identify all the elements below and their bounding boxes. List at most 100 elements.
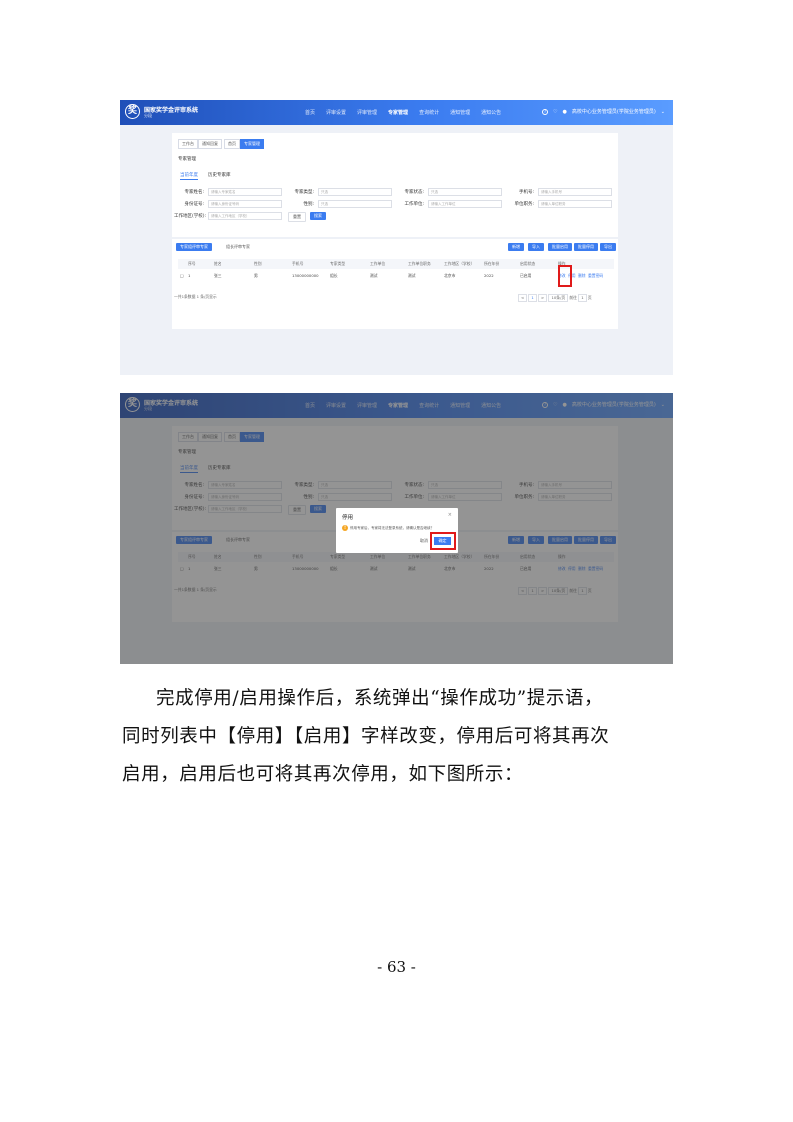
field-label: 身份证号: bbox=[184, 202, 204, 207]
cell: 男 bbox=[254, 273, 258, 278]
paragraph-line-1: 完成停用/启用操作后，系统弹出“操作成功”提示语， bbox=[156, 688, 604, 709]
expert-name-input[interactable]: 请输入专家姓名 bbox=[208, 188, 282, 196]
header-cell: 手机号 bbox=[292, 261, 304, 266]
highlight-box bbox=[558, 265, 572, 287]
unit-position-input[interactable]: 请输入单位职务 bbox=[538, 200, 612, 208]
tab-chip-active[interactable]: 专家管理 bbox=[240, 139, 264, 149]
pagination: < 1 > 10条/页 前往 1 页 bbox=[518, 294, 592, 302]
page-title: 专家管理 bbox=[178, 157, 196, 162]
cancel-button[interactable]: 取消 bbox=[420, 538, 428, 544]
field-label: 工作单位: bbox=[404, 202, 424, 207]
paragraph-line-2: 同时列表中【停用】【启用】字样改变，停用后可将其再次 bbox=[122, 726, 610, 747]
reset-button[interactable]: 重置 bbox=[288, 212, 306, 222]
warning-icon: ! bbox=[342, 525, 348, 531]
phone-input[interactable]: 请输入手机号 bbox=[538, 188, 612, 196]
main-content: 工作台 通知回复 首页 专家管理 专家管理 当前年度 历史专家库 专家姓名: 请… bbox=[172, 129, 618, 329]
cell: 已启用 bbox=[520, 273, 532, 278]
user-name[interactable]: 高校中心业务管理员(学院业务管理员) bbox=[572, 108, 656, 115]
user-area: ? ♡ ● 高校中心业务管理员(学院业务管理员) ⌄ bbox=[542, 108, 665, 115]
tab-group-experts[interactable]: 专家组评审专家 bbox=[176, 243, 212, 251]
highlight-box bbox=[430, 532, 456, 550]
header-cell: 工作单位 bbox=[370, 261, 386, 266]
field-label: 性别: bbox=[303, 202, 314, 207]
cell: 13000000000 bbox=[292, 273, 319, 278]
nav-item[interactable]: 查询统计 bbox=[419, 109, 439, 116]
tab-chip[interactable]: 通知回复 bbox=[198, 139, 222, 149]
nav-item[interactable]: 首页 bbox=[305, 109, 315, 116]
batch-enable-button[interactable]: 批量启用 bbox=[548, 243, 572, 251]
gender-select[interactable]: 只选 bbox=[318, 200, 392, 208]
cell: 北京市 bbox=[444, 273, 456, 278]
close-icon[interactable]: × bbox=[448, 512, 452, 518]
id-number-input[interactable]: 请输入身份证号码 bbox=[208, 200, 282, 208]
dialog-title: 停用 bbox=[342, 515, 354, 521]
goto-input[interactable]: 1 bbox=[578, 294, 587, 302]
bell-icon[interactable]: ♡ bbox=[553, 109, 557, 115]
subtab-history[interactable]: 历史专家库 bbox=[208, 172, 231, 178]
table-card: 专家组评审专家 组长评审专家 新增 导入 批量启用 批量停用 导出 序号 姓名 … bbox=[172, 239, 618, 329]
nav-item[interactable]: 评审管理 bbox=[357, 109, 377, 116]
field-label: 专家状态: bbox=[404, 190, 424, 195]
header-cell: 工作单位职务 bbox=[408, 261, 431, 266]
current-page[interactable]: 1 bbox=[528, 294, 537, 302]
delete-link[interactable]: 删除 bbox=[578, 271, 586, 281]
cell: 1 bbox=[188, 273, 191, 278]
subtab-current-year[interactable]: 当前年度 bbox=[180, 172, 198, 180]
header-cell: 启用状态 bbox=[520, 261, 536, 266]
add-button[interactable]: 新增 bbox=[508, 243, 524, 251]
disable-confirm-dialog: 停用 × ! 停用专家后，专家将无法登录系统，请确认是否继续？ 取消 确定 bbox=[336, 508, 458, 553]
export-button[interactable]: 导出 bbox=[600, 243, 616, 251]
header-cell: 专家类型 bbox=[330, 261, 346, 266]
paragraph-line-3: 启用，启用后也可将其再次停用，如下图所示： bbox=[122, 764, 524, 785]
tab-leader-experts[interactable]: 组长评审专家 bbox=[222, 243, 254, 251]
screenshot-expert-list: 奖 国家奖学金评审系统 分段 首页 评审设置 评审管理 专家管理 查询统计 通知… bbox=[120, 100, 673, 375]
row-checkbox[interactable]: □ bbox=[180, 271, 184, 281]
import-button[interactable]: 导入 bbox=[528, 243, 544, 251]
page-number: - 63 - bbox=[377, 958, 416, 976]
next-page-button[interactable]: > bbox=[538, 294, 548, 302]
header-cell: 姓名 bbox=[214, 261, 222, 266]
app-title: 国家奖学金评审系统 bbox=[144, 107, 199, 114]
tab-chip[interactable]: 首页 bbox=[224, 139, 240, 149]
work-unit-input[interactable]: 请输入工作单位 bbox=[428, 200, 502, 208]
nav-item[interactable]: 评审设置 bbox=[326, 109, 346, 116]
prev-page-button[interactable]: < bbox=[518, 294, 528, 302]
page-size-select[interactable]: 10条/页 bbox=[548, 294, 569, 302]
help-icon[interactable]: ? bbox=[542, 108, 549, 115]
expert-status-select[interactable]: 只选 bbox=[428, 188, 502, 196]
search-button[interactable]: 搜索 bbox=[310, 212, 326, 220]
batch-disable-button[interactable]: 批量停用 bbox=[574, 243, 598, 251]
pagination-summary: 一共1条数据 1 条/页显示 bbox=[174, 294, 217, 299]
user-icon[interactable]: ● bbox=[563, 109, 567, 115]
cell: 组长 bbox=[330, 273, 338, 278]
chevron-down-icon[interactable]: ⌄ bbox=[661, 109, 665, 115]
search-form-card: 当前年度 历史专家库 专家姓名: 请输入专家姓名 专家类型: 只选 专家状态: … bbox=[172, 167, 618, 237]
table-header: 序号 姓名 性别 手机号 专家类型 工作单位 工作单位职务 工作地区（学校） 所… bbox=[178, 259, 614, 269]
header-cell: 序号 bbox=[188, 261, 196, 266]
app-subtitle: 分段 bbox=[144, 113, 152, 118]
field-label: 专家姓名: bbox=[184, 190, 204, 195]
table-row[interactable]: □ 1 张三 男 13000000000 组长 测试 测试 北京市 2022 已… bbox=[178, 271, 614, 281]
nav-item-active[interactable]: 专家管理 bbox=[388, 109, 408, 116]
nav-item[interactable]: 通知管理 bbox=[450, 109, 470, 116]
app-logo: 奖 bbox=[125, 104, 140, 119]
top-navbar: 奖 国家奖学金评审系统 分段 首页 评审设置 评审管理 专家管理 查询统计 通知… bbox=[120, 100, 673, 125]
field-label: 工作地区(学校): bbox=[174, 214, 207, 219]
nav-item[interactable]: 通知公告 bbox=[481, 109, 501, 116]
goto-unit: 页 bbox=[587, 295, 592, 300]
main-nav: 首页 评审设置 评审管理 专家管理 查询统计 通知管理 通知公告 bbox=[305, 109, 501, 116]
cell: 测试 bbox=[408, 273, 416, 278]
cell: 张三 bbox=[214, 273, 222, 278]
expert-type-select[interactable]: 只选 bbox=[318, 188, 392, 196]
header-cell: 工作地区（学校） bbox=[444, 261, 475, 266]
field-label: 手机号: bbox=[518, 190, 534, 195]
field-label: 单位职务: bbox=[514, 202, 534, 207]
cell: 测试 bbox=[370, 273, 378, 278]
goto-label: 前往 bbox=[569, 295, 577, 300]
header-cell: 所在年份 bbox=[484, 261, 500, 266]
screenshot-disable-dialog: 奖 国家奖学金评审系统 分段 首页 评审设置 评审管理 专家管理 查询统计 通知… bbox=[120, 393, 673, 664]
field-label: 专家类型: bbox=[294, 190, 314, 195]
tab-chip[interactable]: 工作台 bbox=[178, 139, 198, 149]
work-region-input[interactable]: 请输入工作地区（学校） bbox=[208, 212, 282, 220]
reset-password-link[interactable]: 重置密码 bbox=[588, 271, 603, 281]
